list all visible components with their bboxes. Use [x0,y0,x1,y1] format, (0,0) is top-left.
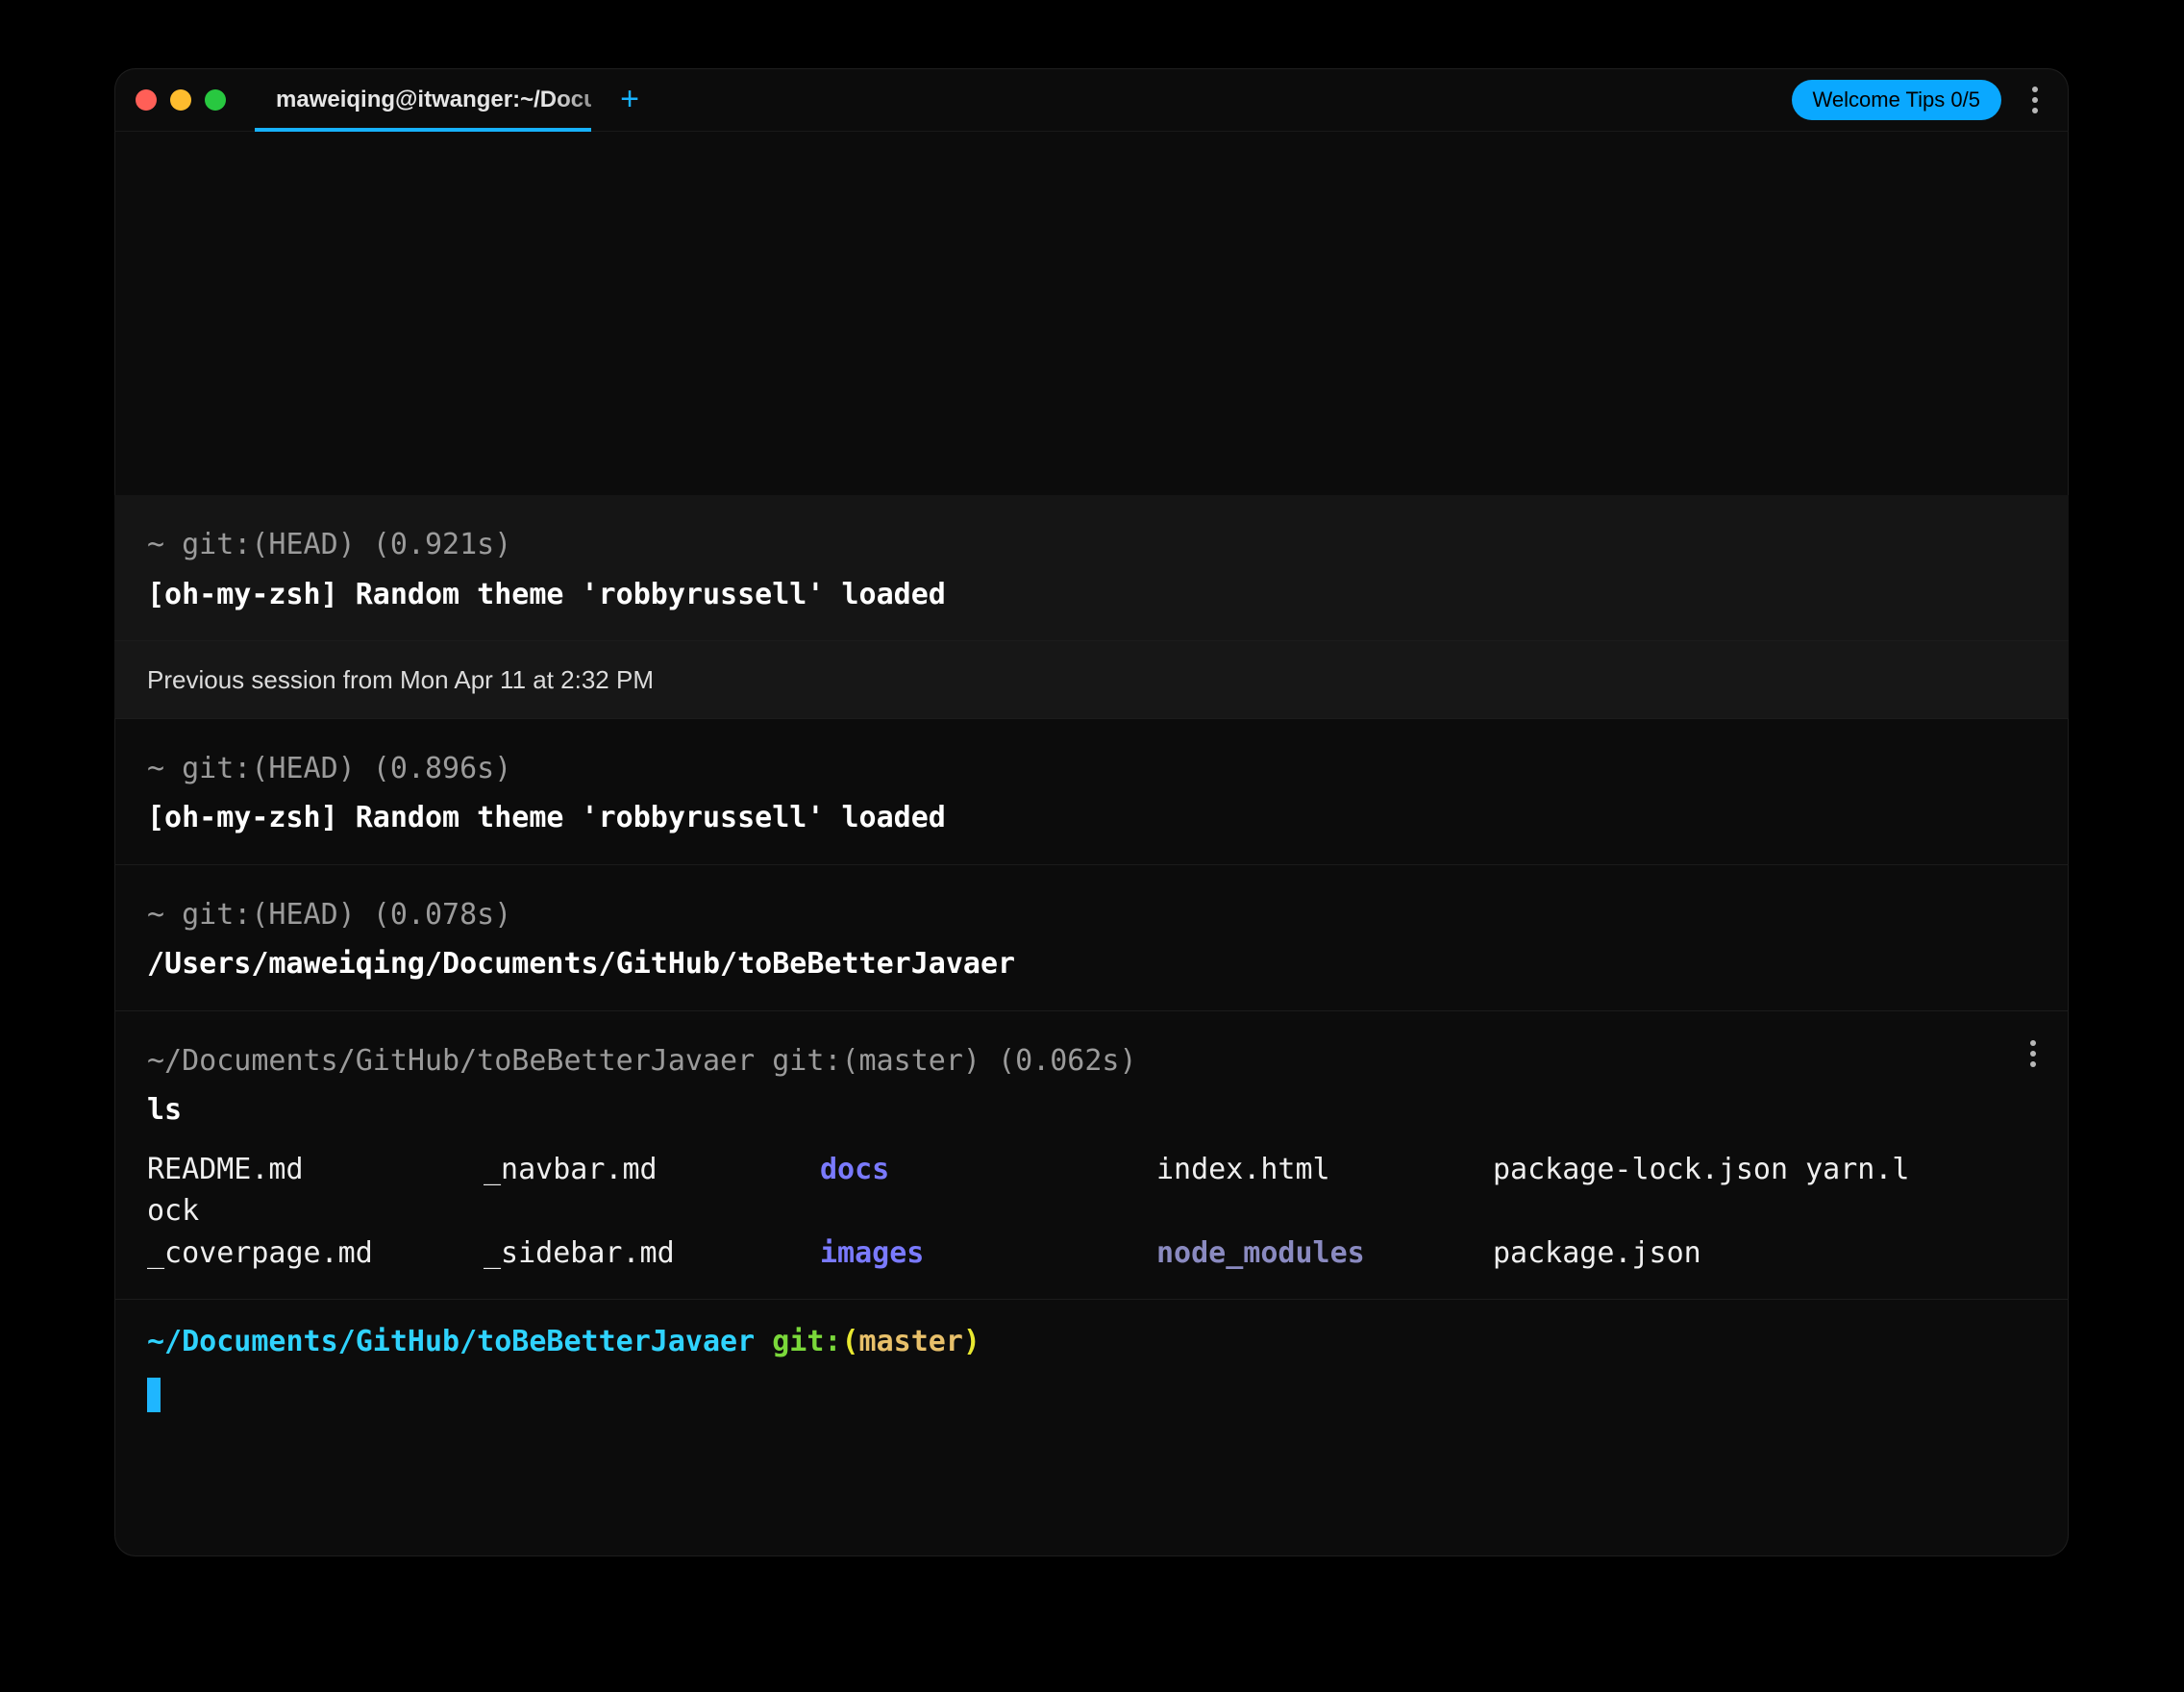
command-text: ls [147,1089,2036,1132]
app-menu-button[interactable] [2019,79,2051,121]
kebab-dot-icon [2032,87,2038,92]
history-block[interactable]: ~ git:(HEAD) (0.921s) [oh-my-zsh] Random… [114,495,2069,641]
prompt-branch: master [859,1325,963,1358]
terminal-body[interactable]: ~ git:(HEAD) (0.921s) [oh-my-zsh] Random… [114,132,2069,1556]
list-row-wrap: ock [147,1190,2036,1232]
prompt-text: ~ git:(HEAD) (0.896s) [147,748,2036,790]
new-tab-button[interactable]: + [610,81,649,119]
session-notice-text: Previous session from Mon Apr 11 at 2:32… [147,665,654,694]
dir-name: docs [820,1149,1156,1191]
prompt-path: ~/Documents/GitHub/toBeBetterJavaer [147,1325,755,1358]
kebab-dot-icon [2030,1040,2036,1046]
minimize-window-button[interactable] [170,89,191,111]
ls-output: README.md _navbar.md docs index.html pac… [147,1149,2036,1275]
terminal-window: maweiqing@itwanger:~/Documents + Welcome… [114,68,2069,1556]
history-block[interactable]: ~ git:(HEAD) (0.078s) /Users/maweiqing/D… [114,865,2069,1011]
welcome-tips-label: Welcome Tips 0/5 [1813,87,1980,112]
input-line[interactable] [114,1375,2069,1417]
prompt-text: ~/Documents/GitHub/toBeBetterJavaer git:… [147,1040,2036,1082]
dir-name: images [820,1232,1156,1275]
history-block[interactable]: ~ git:(HEAD) (0.896s) [oh-my-zsh] Random… [114,719,2069,865]
file-name: package.json [1493,1232,2036,1275]
tab-active[interactable]: maweiqing@itwanger:~/Documents [255,68,591,132]
window-controls [136,89,226,111]
list-row: README.md _navbar.md docs index.html pac… [147,1149,2036,1191]
kebab-dot-icon [2032,108,2038,113]
close-window-button[interactable] [136,89,157,111]
zoom-window-button[interactable] [205,89,226,111]
history-block[interactable]: ~/Documents/GitHub/toBeBetterJavaer git:… [114,1011,2069,1301]
prompt-text: ~ git:(HEAD) (0.078s) [147,894,2036,936]
prompt-paren: ) [963,1325,980,1358]
dir-name: node_modules [1156,1232,1493,1275]
block-menu-button[interactable] [2019,1033,2048,1075]
tab-label: maweiqing@itwanger:~/Documents [276,87,591,113]
file-name: index.html [1156,1149,1493,1191]
prompt-text: ~ git:(HEAD) (0.921s) [147,524,2036,566]
command-output: [oh-my-zsh] Random theme 'robbyrussell' … [147,797,2036,839]
live-prompt[interactable]: ~/Documents/GitHub/toBeBetterJavaer git:… [114,1300,2069,1375]
file-name: _coverpage.md [147,1232,484,1275]
file-name: package-lock.json yarn.l [1493,1149,2036,1191]
file-name: _sidebar.md [484,1232,820,1275]
prompt-git: git: [755,1325,841,1358]
text-cursor-icon [147,1378,161,1412]
command-output: /Users/maweiqing/Documents/GitHub/toBeBe… [147,943,2036,985]
titlebar: maweiqing@itwanger:~/Documents + Welcome… [114,68,2069,132]
kebab-dot-icon [2030,1051,2036,1057]
list-row: _coverpage.md _sidebar.md images node_mo… [147,1232,2036,1275]
command-output: [oh-my-zsh] Random theme 'robbyrussell' … [147,574,2036,616]
prompt-paren: ( [841,1325,858,1358]
kebab-dot-icon [2032,97,2038,103]
file-name: _navbar.md [484,1149,820,1191]
session-notice: Previous session from Mon Apr 11 at 2:32… [114,641,2069,719]
kebab-dot-icon [2030,1061,2036,1067]
file-name: README.md [147,1149,484,1191]
welcome-tips-button[interactable]: Welcome Tips 0/5 [1792,80,2001,120]
plus-icon: + [620,81,639,118]
